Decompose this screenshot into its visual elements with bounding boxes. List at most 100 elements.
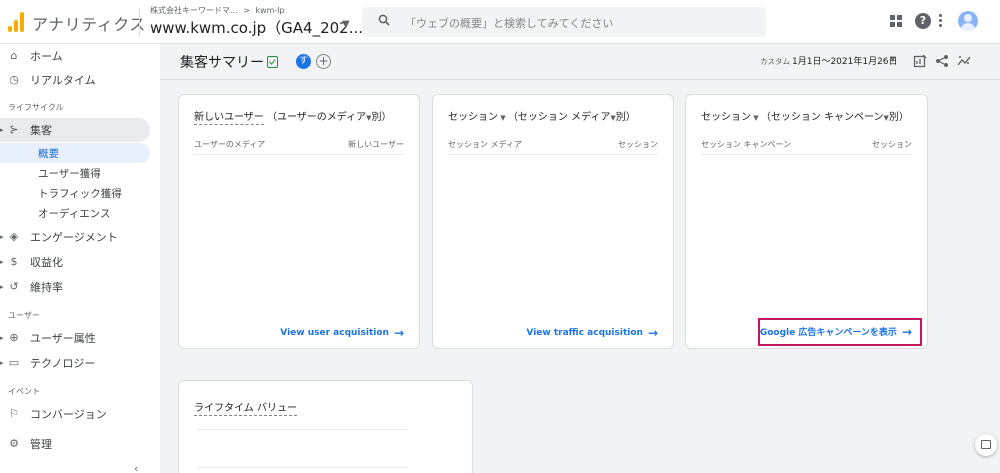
- stream-name: kwm-lp: [255, 6, 285, 15]
- property-selector[interactable]: www.kwm.co.jp（GA4_202...: [150, 17, 363, 38]
- collapse-sidebar-icon[interactable]: ‹: [134, 462, 138, 473]
- expand-arrow-icon: ▸: [0, 359, 4, 367]
- link-label: View traffic acquisition: [526, 328, 643, 338]
- link-label: View user acquisition: [280, 328, 389, 338]
- breadcrumb-chevron-icon: >: [243, 6, 250, 15]
- sidebar: ⌂ ホーム ◷ リアルタイム ライフサイクル ▸ ⊱ 集客 概要 ユーザー獲得 …: [0, 44, 160, 473]
- insights-icon[interactable]: [957, 54, 971, 68]
- home-icon: ⌂: [10, 49, 18, 62]
- card-metric[interactable]: セッション: [448, 112, 498, 123]
- top-app-bar: アナリティクス 株式会社キーワードマ... > kwm-lp www.kwm.c…: [0, 0, 1000, 44]
- engagement-icon: ◈: [9, 230, 19, 243]
- chart-gridline: [197, 429, 408, 430]
- sidebar-item-realtime[interactable]: ◷ リアルタイム: [0, 68, 150, 92]
- caret-down-icon[interactable]: ▼: [890, 55, 895, 63]
- sidebar-item-technology[interactable]: ▸ ▭ テクノロジー: [0, 351, 150, 375]
- retention-icon: ↺: [9, 280, 19, 293]
- sidebar-subitem-overview[interactable]: 概要: [0, 143, 150, 163]
- card-title-tail: 別）: [888, 112, 909, 123]
- report-toolbar: 集客サマリー す + カスタム 1月1日～2021年1月26日 ▼: [160, 44, 1000, 80]
- highlight-box: [758, 318, 922, 346]
- feedback-button[interactable]: [975, 434, 997, 456]
- analytics-logo-icon[interactable]: [8, 12, 24, 32]
- caret-down-icon[interactable]: ▼: [342, 19, 350, 30]
- sidebar-subitem-audience[interactable]: オーディエンス: [0, 203, 150, 223]
- help-icon[interactable]: ?: [915, 13, 931, 29]
- card-title: 新しいユーザー （ユーザーのメディア▼別）: [194, 108, 392, 125]
- customize-report-icon[interactable]: [913, 54, 927, 68]
- page-title: 集客サマリー: [180, 55, 264, 71]
- search-icon: [378, 14, 390, 26]
- sessions-by-medium-card: セッション ▼ （セッション メディア▼別） セッション メディア セッション …: [432, 94, 674, 349]
- sidebar-item-retention[interactable]: ▸ ↺ 維持率: [0, 275, 150, 299]
- globe-icon: ⊕: [9, 331, 19, 344]
- sidebar-item-engagement[interactable]: ▸ ◈ エンゲージメント: [0, 225, 150, 249]
- view-user-acquisition-link[interactable]: View user acquisition →: [280, 327, 404, 339]
- dimension-selector[interactable]: （ユーザーのメディア: [267, 112, 366, 123]
- header-divider: [139, 8, 140, 36]
- sidebar-item-label: 管理: [30, 438, 52, 451]
- add-comparison-button[interactable]: +: [316, 54, 331, 69]
- expand-arrow-icon: ▸: [0, 334, 4, 342]
- devices-icon: ▭: [8, 356, 20, 369]
- comparison-user-chip[interactable]: す: [296, 54, 311, 69]
- expand-arrow-icon: ▸: [0, 283, 4, 291]
- card-metric[interactable]: セッション: [701, 112, 751, 123]
- search-bar[interactable]: 「ウェブの概要」と検索してみてください: [362, 7, 766, 37]
- section-header-lifecycle: ライフサイクル: [8, 103, 64, 112]
- column-header-metric: セッション: [872, 140, 912, 149]
- sidebar-item-label: 集客: [30, 124, 52, 137]
- flag-icon: ⚐: [9, 407, 19, 420]
- expand-arrow-icon: ▸: [0, 126, 4, 134]
- new-users-card: 新しいユーザー （ユーザーのメディア▼別） ユーザーのメディア 新しいユーザー …: [178, 94, 420, 349]
- report-status-check-icon[interactable]: [267, 56, 278, 68]
- column-divider: [701, 154, 912, 155]
- account-breadcrumb[interactable]: 株式会社キーワードマ... > kwm-lp: [150, 5, 285, 16]
- column-header-dimension: セッション キャンペーン: [701, 140, 792, 149]
- date-range-picker[interactable]: 1月1日～2021年1月26日: [792, 54, 898, 67]
- sidebar-item-user-attributes[interactable]: ▸ ⊕ ユーザー属性: [0, 326, 150, 350]
- apps-grid-icon[interactable]: [890, 15, 902, 27]
- column-header-dimension: ユーザーのメディア: [194, 140, 266, 149]
- gear-icon: ⚙: [9, 437, 19, 450]
- card-metric[interactable]: 新しいユーザー: [194, 112, 264, 125]
- sidebar-item-label: 維持率: [30, 281, 63, 294]
- avatar[interactable]: [958, 11, 978, 31]
- column-divider: [448, 154, 658, 155]
- sidebar-item-home[interactable]: ⌂ ホーム: [0, 44, 150, 68]
- main-content: 集客サマリー す + カスタム 1月1日～2021年1月26日 ▼ 新しいユーザ: [160, 44, 1000, 473]
- search-placeholder: 「ウェブの概要」と検索してみてください: [405, 17, 614, 30]
- sidebar-item-acquisition[interactable]: ▸ ⊱ 集客: [0, 118, 150, 142]
- dimension-selector[interactable]: （セッション キャンペーン: [761, 112, 884, 123]
- sidebar-subitem-traffic-acquisition[interactable]: トラフィック獲得: [0, 183, 150, 203]
- dollar-icon: $: [10, 255, 18, 268]
- date-range-type: カスタム: [760, 57, 790, 66]
- dropdown-arrow-icon[interactable]: ▼: [751, 114, 761, 122]
- sidebar-subitem-user-acquisition[interactable]: ユーザー獲得: [0, 163, 150, 183]
- section-header-event: イベント: [8, 387, 40, 396]
- sidebar-item-monetization[interactable]: ▸ $ 収益化: [0, 250, 150, 274]
- sidebar-item-admin[interactable]: ⚙ 管理: [0, 432, 150, 456]
- sidebar-item-label: コンバージョン: [30, 408, 107, 421]
- column-header-metric: 新しいユーザー: [348, 140, 404, 149]
- app-name: アナリティクス: [32, 15, 146, 34]
- chart-gridline: [197, 467, 408, 468]
- sidebar-subitem-label: トラフィック獲得: [38, 188, 122, 200]
- dimension-selector[interactable]: （セッション メディア: [508, 112, 610, 123]
- share-icon[interactable]: [935, 54, 949, 68]
- sessions-by-campaign-card: セッション ▼ （セッション キャンペーン▼別） セッション キャンペーン セッ…: [685, 94, 928, 349]
- card-title: セッション ▼ （セッション メディア▼別）: [448, 108, 636, 123]
- arrow-right-icon: →: [647, 326, 658, 340]
- column-header-metric: セッション: [618, 140, 658, 149]
- sidebar-subitem-label: オーディエンス: [38, 208, 111, 220]
- column-divider: [194, 154, 404, 155]
- more-vert-icon[interactable]: [938, 13, 942, 29]
- sidebar-item-label: ホーム: [30, 50, 63, 63]
- card-metric[interactable]: ライフタイム バリュー: [194, 403, 297, 416]
- dropdown-arrow-icon[interactable]: ▼: [498, 114, 508, 122]
- sidebar-item-conversions[interactable]: ⚐ コンバージョン: [0, 402, 150, 426]
- feedback-icon: [981, 440, 991, 449]
- view-traffic-acquisition-link[interactable]: View traffic acquisition →: [526, 326, 658, 340]
- card-title-tail: 別）: [371, 112, 392, 123]
- account-name: 株式会社キーワードマ...: [150, 6, 238, 15]
